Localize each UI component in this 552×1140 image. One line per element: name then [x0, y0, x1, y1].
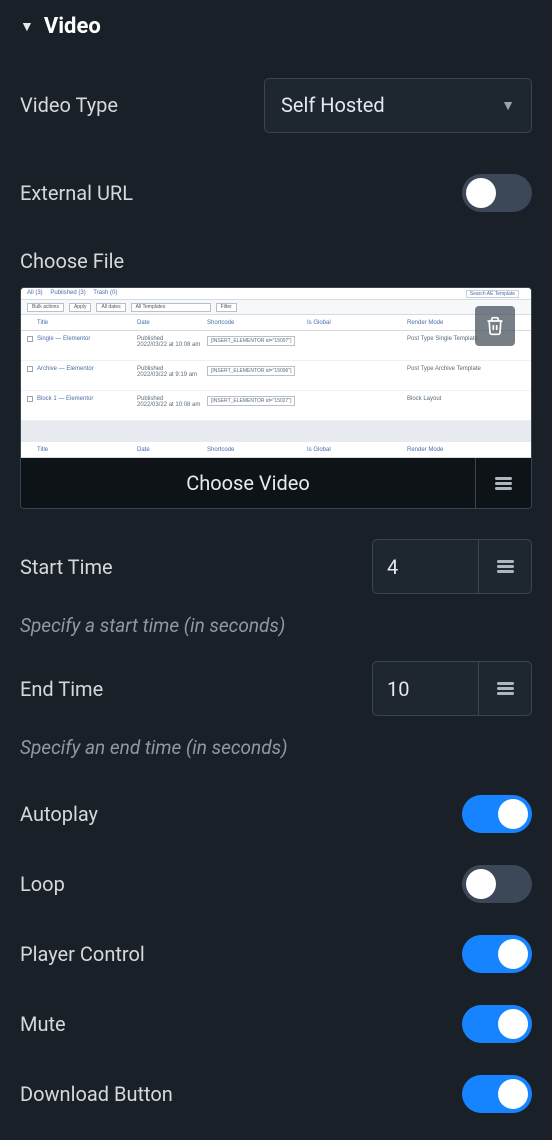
delete-file-button[interactable]	[475, 306, 515, 346]
autoplay-label: Autoplay	[20, 802, 98, 826]
thumb-ctl: Apply	[69, 303, 92, 312]
caret-down-icon: ▼	[20, 18, 34, 35]
thumb-ctl: Filter	[216, 303, 237, 312]
download-button-label: Download Button	[20, 1082, 173, 1106]
thumb-col: Is Global	[307, 320, 407, 326]
chevron-down-icon: ▼	[501, 97, 515, 114]
end-time-value: 10	[387, 677, 409, 701]
thumb-col: Shortcode	[207, 447, 307, 453]
start-time-value: 4	[387, 555, 398, 579]
video-type-select[interactable]: Self Hosted ▼	[264, 78, 532, 133]
trash-icon	[485, 316, 505, 336]
start-time-input[interactable]: 4	[372, 539, 478, 594]
start-time-dynamic-button[interactable]	[478, 539, 532, 594]
end-time-input[interactable]: 10	[372, 661, 478, 716]
thumb-tab: Published (3)	[50, 290, 85, 296]
external-url-label: External URL	[20, 181, 133, 205]
section-title: Video	[44, 14, 101, 39]
file-thumbnail: All (3) Published (3) Trash (0) Search A…	[21, 288, 531, 458]
mute-toggle[interactable]	[462, 1005, 532, 1043]
player-control-label: Player Control	[20, 942, 145, 966]
thumb-ctl: All Templates	[131, 303, 211, 312]
thumb-col: Title	[37, 447, 137, 453]
video-type-value: Self Hosted	[281, 93, 385, 117]
autoplay-toggle[interactable]	[462, 795, 532, 833]
end-time-dynamic-button[interactable]	[478, 661, 532, 716]
thumb-row: Archive — ElementorPublished2022/03/22 a…	[21, 361, 531, 391]
start-time-label: Start Time	[20, 555, 113, 579]
thumb-col: Date	[137, 447, 207, 453]
file-chooser: All (3) Published (3) Trash (0) Search A…	[20, 287, 532, 509]
video-type-label: Video Type	[20, 93, 118, 117]
thumb-tab: Trash (0)	[93, 290, 117, 296]
database-icon	[495, 475, 512, 492]
thumb-ctl: Bulk actions	[27, 303, 64, 312]
thumb-col: Date	[137, 320, 207, 326]
end-time-hint: Specify an end time (in seconds)	[20, 736, 532, 759]
choose-video-label: Choose Video	[186, 471, 310, 495]
choose-video-button[interactable]: Choose Video	[21, 458, 476, 508]
external-url-toggle[interactable]	[462, 174, 532, 212]
thumb-row: Single — ElementorPublished2022/03/22 at…	[21, 331, 531, 361]
thumb-col: Title	[37, 320, 137, 326]
end-time-label: End Time	[20, 677, 103, 701]
thumb-row: Block 1 — ElementorPublished2022/03/22 a…	[21, 391, 531, 421]
thumb-tab: All (3)	[27, 290, 43, 296]
database-icon	[497, 558, 514, 575]
start-time-hint: Specify a start time (in seconds)	[20, 614, 532, 637]
choose-file-label: Choose File	[20, 249, 532, 273]
file-dynamic-button[interactable]	[476, 458, 531, 508]
thumb-search: Search AE Template	[466, 290, 519, 298]
database-icon	[497, 680, 514, 697]
section-header-video[interactable]: ▼ Video	[0, 0, 552, 49]
thumb-col: Render Mode	[407, 447, 525, 453]
thumb-ctl: All dates	[96, 303, 125, 312]
thumb-col: Is Global	[307, 447, 407, 453]
thumb-col: Shortcode	[207, 320, 307, 326]
loop-label: Loop	[20, 872, 65, 896]
loop-toggle[interactable]	[462, 865, 532, 903]
player-control-toggle[interactable]	[462, 935, 532, 973]
download-button-toggle[interactable]	[462, 1075, 532, 1113]
mute-label: Mute	[20, 1012, 66, 1036]
